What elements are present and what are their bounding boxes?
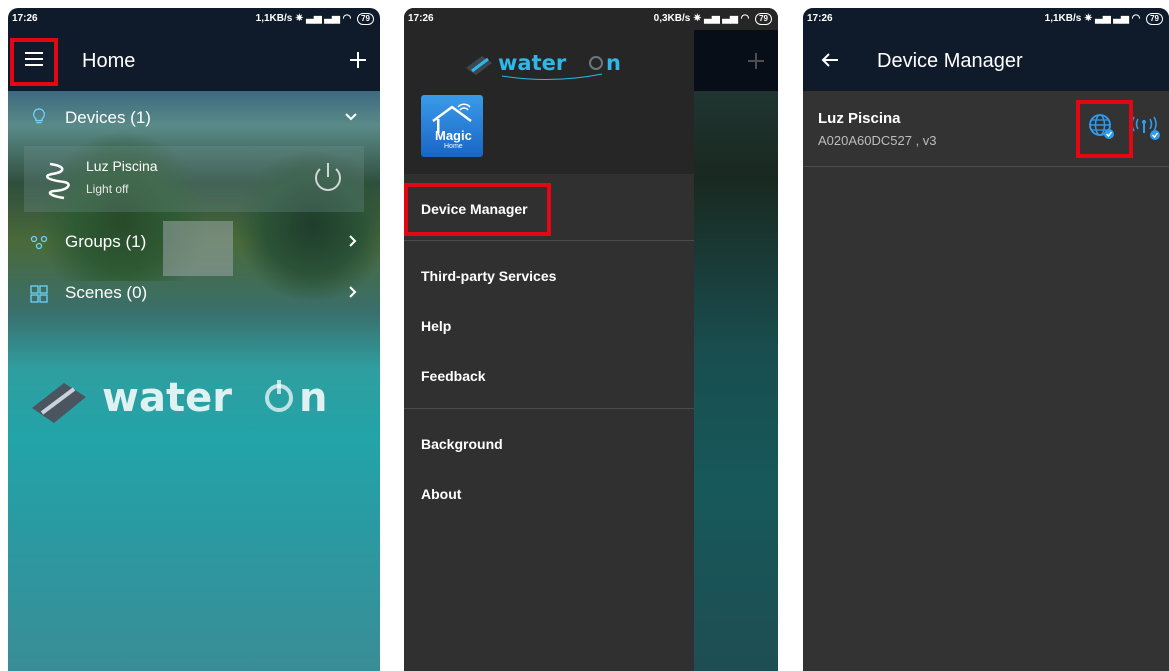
globe-icon-highlight (1076, 100, 1133, 158)
network-speed: 0,3KB/s (653, 13, 691, 24)
app-badge-sublabel: Home (444, 143, 463, 150)
menu-about[interactable]: About (421, 486, 461, 502)
divider (404, 240, 694, 241)
add-icon[interactable] (350, 52, 366, 68)
magic-home-app-icon: Magic Home (421, 95, 483, 157)
chevron-right-icon (349, 235, 357, 247)
wifi-local-icon[interactable] (1128, 111, 1162, 141)
divider (404, 408, 694, 409)
chevron-down-icon (345, 113, 357, 121)
scenes-row[interactable]: Scenes (0) (8, 281, 380, 307)
app-bar: Device Manager (803, 30, 1169, 91)
water-on-logo: water n (32, 375, 327, 423)
svg-text:n: n (606, 51, 621, 75)
led-strip-icon (45, 162, 70, 200)
scenes-icon (30, 285, 48, 303)
devices-label: Devices (1) (65, 108, 151, 127)
status-bar: 17:26 1,1KB/s ✷ ▃▅ ▃▅ ◠ 79 (803, 8, 1169, 30)
menu-highlight (10, 38, 58, 86)
svg-text:water: water (102, 375, 232, 421)
network-speed: 1,1KB/s (1044, 13, 1082, 24)
battery-icon: 79 (755, 13, 772, 25)
device-name: Luz Piscina (818, 110, 901, 127)
home-screen: 17:26 1,1KB/s ✷ ▃▅ ▃▅ ◠ 79 Home Devices … (8, 8, 380, 671)
battery-icon: 79 (357, 13, 374, 25)
device-manager-screen: 17:26 1,1KB/s ✷ ▃▅ ▃▅ ◠ 79 Device Manage… (803, 8, 1169, 671)
drawer-scrim[interactable] (694, 8, 778, 671)
status-time: 17:26 (12, 13, 38, 24)
status-bar: 17:26 0,3KB/s ✷ ▃▅ ▃▅ ◠ 79 (404, 8, 778, 30)
water-on-logo: water n (466, 51, 621, 81)
device-manager-highlight (404, 183, 551, 236)
page-title: Device Manager (877, 50, 1023, 72)
app-badge-label: Magic (435, 128, 472, 143)
drawer-screen: 17:26 0,3KB/s ✷ ▃▅ ▃▅ ◠ 79 water n Magic… (404, 8, 778, 671)
device-card[interactable]: Luz Piscina Light off (24, 146, 364, 212)
signal-icon: ✷ ▃▅ ▃▅ ◠ (295, 13, 352, 24)
menu-background[interactable]: Background (421, 436, 503, 452)
signal-icon: ✷ ▃▅ ▃▅ ◠ (1084, 13, 1141, 24)
battery-icon: 79 (1146, 13, 1163, 25)
network-speed: 1,1KB/s (255, 13, 293, 24)
page-title: Home (82, 50, 136, 72)
device-name: Luz Piscina (86, 158, 158, 174)
back-arrow-icon[interactable] (821, 52, 839, 68)
devices-section-header[interactable]: Devices (1) (8, 106, 380, 132)
power-icon[interactable] (310, 160, 346, 196)
status-bar: 17:26 1,1KB/s ✷ ▃▅ ▃▅ ◠ 79 (8, 8, 380, 30)
svg-text:water: water (498, 51, 567, 75)
device-id: A020A60DC527 , v3 (818, 133, 937, 148)
chevron-right-icon (349, 286, 357, 298)
status-time: 17:26 (408, 13, 434, 24)
status-icons: 0,3KB/s ✷ ▃▅ ▃▅ ◠ 79 (654, 13, 772, 25)
app-bar: Home (8, 30, 380, 91)
menu-third-party-services[interactable]: Third-party Services (421, 268, 556, 284)
scenes-label: Scenes (0) (65, 283, 148, 302)
svg-text:n: n (299, 375, 327, 421)
groups-label: Groups (1) (65, 232, 147, 251)
device-status: Light off (86, 182, 129, 196)
groups-icon (30, 235, 48, 250)
divider (803, 166, 1169, 167)
lightbulb-icon (33, 108, 45, 124)
menu-help[interactable]: Help (421, 318, 451, 334)
menu-feedback[interactable]: Feedback (421, 368, 486, 384)
status-icons: 1,1KB/s ✷ ▃▅ ▃▅ ◠ 79 (256, 13, 374, 25)
groups-row[interactable]: Groups (1) (8, 230, 380, 256)
signal-icon: ✷ ▃▅ ▃▅ ◠ (693, 13, 750, 24)
status-icons: 1,1KB/s ✷ ▃▅ ▃▅ ◠ 79 (1045, 13, 1163, 25)
status-time: 17:26 (807, 13, 833, 24)
navigation-drawer: 17:26 0,3KB/s ✷ ▃▅ ▃▅ ◠ 79 water n Magic… (404, 8, 778, 671)
